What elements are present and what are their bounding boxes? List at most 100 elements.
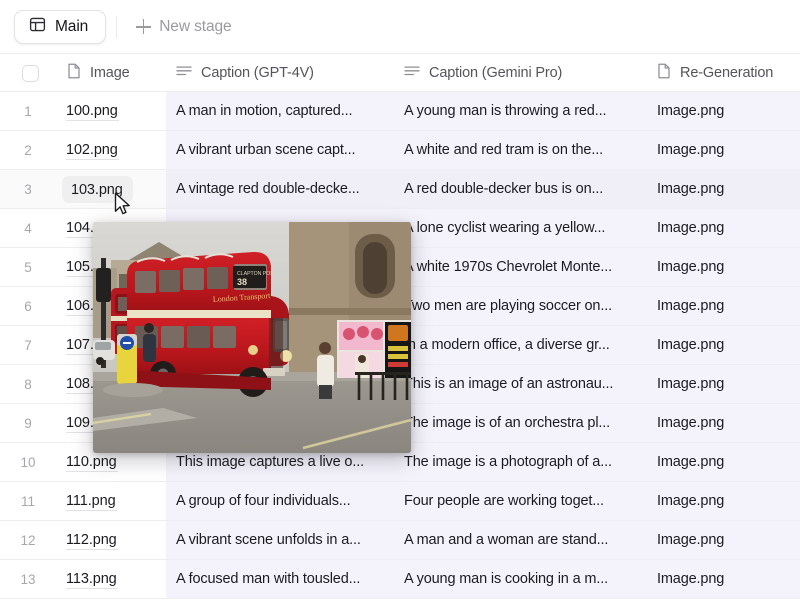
tab-main[interactable]: Main xyxy=(14,9,107,44)
row-regeneration-cell-text: Image.png xyxy=(657,142,725,158)
row-regeneration-cell-text: Image.png xyxy=(657,454,725,470)
row-gemini-cell-text: A white and red tram is on the... xyxy=(404,142,603,158)
row-regeneration-cell-text: Image.png xyxy=(657,493,725,509)
row-regeneration-cell[interactable]: Image.png xyxy=(657,209,797,247)
row-image-file-cell-text: 100.png xyxy=(66,102,119,121)
new-stage-button[interactable]: New stage xyxy=(128,12,239,42)
table-row[interactable]: 1 100.png A man in motion, captured... A yo… xyxy=(0,92,800,131)
table-row[interactable]: 12 112.png A vibrant scene unfolds in a...… xyxy=(0,521,800,560)
row-gemini-cell[interactable]: A red double-decker bus is on... xyxy=(404,170,649,208)
row-regeneration-cell-text: Image.png xyxy=(657,376,725,392)
select-all-checkbox[interactable] xyxy=(22,64,39,82)
row-gemini-cell-text: A white 1970s Chevrolet Monte... xyxy=(404,259,612,275)
table-row[interactable]: 2 102.png A vibrant urban scene capt... A w… xyxy=(0,131,800,170)
row-gemini-cell[interactable]: A white 1970s Chevrolet Monte... xyxy=(404,248,649,286)
row-gemini-cell[interactable]: This is an image of an astronau... xyxy=(404,365,649,403)
row-image-file-cell-text: 110.png xyxy=(66,453,118,472)
tab-main-label: Main xyxy=(55,17,89,35)
column-header-regeneration[interactable]: Re-Generation xyxy=(657,54,773,92)
row-image-file-cell[interactable]: 102.png xyxy=(66,131,119,169)
row-image-file-cell[interactable]: 111.png xyxy=(66,482,117,520)
row-gemini-cell[interactable]: In a modern office, a diverse gr... xyxy=(404,326,649,364)
row-gemini-cell[interactable]: The image is a photograph of a... xyxy=(404,443,649,481)
row-gemini-cell-text: The image is a photograph of a... xyxy=(404,454,612,470)
row-regeneration-cell-text: Image.png xyxy=(657,415,725,431)
row-gemini-cell-text: A young man is cooking in a m... xyxy=(404,571,608,587)
file-icon xyxy=(67,63,81,84)
row-gpt4v-cell[interactable]: A vibrant scene unfolds in a... xyxy=(176,521,398,559)
row-regeneration-cell-text: Image.png xyxy=(657,337,725,353)
row-gemini-cell[interactable]: A man and a woman are stand... xyxy=(404,521,649,559)
text-lines-icon xyxy=(404,64,420,83)
row-gemini-cell-text: A red double-decker bus is on... xyxy=(404,181,604,197)
column-header-gpt4v-label: Caption (GPT-4V) xyxy=(201,65,314,81)
row-regeneration-cell[interactable]: Image.png xyxy=(657,287,797,325)
row-image-file-cell[interactable]: 112.png xyxy=(66,521,118,559)
row-regeneration-cell-text: Image.png xyxy=(657,220,725,236)
row-regeneration-cell-text: Image.png xyxy=(657,571,725,587)
row-gemini-cell[interactable]: A young man is cooking in a m... xyxy=(404,560,649,598)
row-regeneration-cell[interactable]: Image.png xyxy=(657,443,797,481)
row-image-file-cell-text: 113.png xyxy=(66,570,118,589)
row-gpt4v-cell-text: A focused man with tousled... xyxy=(176,571,361,587)
row-gpt4v-cell-text: A vintage red double-decke... xyxy=(176,181,360,197)
row-regeneration-cell[interactable]: Image.png xyxy=(657,521,797,559)
row-regeneration-cell[interactable]: Image.png xyxy=(657,326,797,364)
row-gemini-cell-text: Four people are working toget... xyxy=(404,493,604,509)
row-regeneration-cell[interactable]: Image.png xyxy=(657,92,797,130)
column-header-image-label: Image xyxy=(90,65,130,81)
row-index-cell: 10 xyxy=(20,454,36,470)
text-lines-icon xyxy=(176,64,192,83)
row-regeneration-cell-text: Image.png xyxy=(657,103,725,119)
row-regeneration-cell-text: Image.png xyxy=(657,298,725,314)
row-gemini-cell[interactable]: A white and red tram is on the... xyxy=(404,131,649,169)
row-regeneration-cell[interactable]: Image.png xyxy=(657,170,797,208)
row-gpt4v-cell-text: A group of four individuals... xyxy=(176,493,351,509)
row-gpt4v-cell[interactable]: A vintage red double-decke... xyxy=(176,170,398,208)
stage-bar: Main New stage xyxy=(0,0,800,53)
row-regeneration-cell[interactable]: Image.png xyxy=(657,560,797,598)
mouse-cursor xyxy=(114,192,131,221)
row-gpt4v-cell-text: A vibrant urban scene capt... xyxy=(176,142,356,158)
row-gemini-cell[interactable]: Four people are working toget... xyxy=(404,482,649,520)
select-all-checkbox-cell xyxy=(22,54,39,92)
row-regeneration-cell[interactable]: Image.png xyxy=(657,248,797,286)
row-regeneration-cell-text: Image.png xyxy=(657,532,725,548)
row-index-cell: 1 xyxy=(24,103,32,119)
row-index-cell: 9 xyxy=(24,415,32,431)
row-regeneration-cell[interactable]: Image.png xyxy=(657,482,797,520)
column-header-image[interactable]: Image xyxy=(67,54,130,92)
svg-text:38: 38 xyxy=(237,277,247,287)
row-index-cell: 11 xyxy=(20,493,35,509)
column-header-gemini-label: Caption (Gemini Pro) xyxy=(429,65,563,81)
row-gemini-cell[interactable]: A lone cyclist wearing a yellow... xyxy=(404,209,649,247)
file-icon xyxy=(657,63,671,84)
column-header-gpt4v[interactable]: Caption (GPT-4V) xyxy=(176,54,314,92)
row-gemini-cell-text: A man and a woman are stand... xyxy=(404,532,609,548)
row-regeneration-cell[interactable]: Image.png xyxy=(657,131,797,169)
row-gpt4v-cell[interactable]: A man in motion, captured... xyxy=(176,92,398,130)
table-row[interactable]: 13 113.png A focused man with tousled... A … xyxy=(0,560,800,599)
table-row[interactable]: 11 111.png A group of four individuals... F… xyxy=(0,482,800,521)
row-index-cell: 12 xyxy=(20,532,36,548)
row-gemini-cell-text: In a modern office, a diverse gr... xyxy=(404,337,610,353)
row-regeneration-cell[interactable]: Image.png xyxy=(657,404,797,442)
table-grid-icon xyxy=(29,16,46,38)
row-gpt4v-cell[interactable]: A group of four individuals... xyxy=(176,482,398,520)
row-gpt4v-cell[interactable]: A vibrant urban scene capt... xyxy=(176,131,398,169)
row-gemini-cell[interactable]: A young man is throwing a red... xyxy=(404,92,649,130)
table-header-row: Image Caption (GPT-4V) Caption (Gemini P… xyxy=(0,53,800,92)
row-image-file-cell-text: 112.png xyxy=(66,531,118,550)
row-gemini-cell-text: A lone cyclist wearing a yellow... xyxy=(404,220,606,236)
row-gemini-cell[interactable]: Two men are playing soccer on... xyxy=(404,287,649,325)
row-regeneration-cell[interactable]: Image.png xyxy=(657,365,797,403)
row-index-cell: 13 xyxy=(20,571,36,587)
column-header-gemini[interactable]: Caption (Gemini Pro) xyxy=(404,54,562,92)
row-gpt4v-cell[interactable]: A focused man with tousled... xyxy=(176,560,398,598)
row-image-file-cell[interactable]: 113.png xyxy=(66,560,118,598)
row-index-cell: 8 xyxy=(24,376,32,392)
row-index-cell: 7 xyxy=(24,337,32,353)
row-gemini-cell[interactable]: The image is of an orchestra pl... xyxy=(404,404,649,442)
row-index-cell: 5 xyxy=(24,259,32,275)
row-image-file-cell[interactable]: 100.png xyxy=(66,92,119,130)
